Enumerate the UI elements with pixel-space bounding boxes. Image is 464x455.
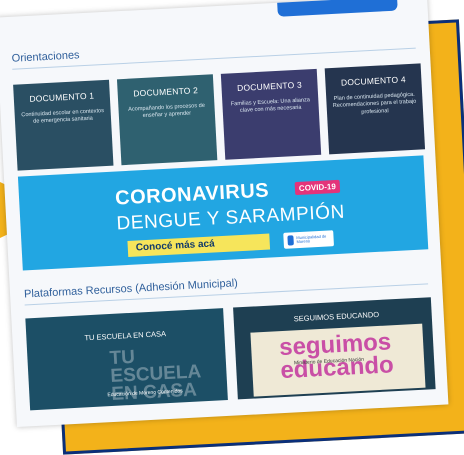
- webpage-screenshot: Orientaciones DOCUMENTO 1 Continuidad es…: [0, 0, 449, 428]
- top-button[interactable]: [276, 0, 398, 17]
- document-card-4[interactable]: DOCUMENTO 4 Plan de continuidad pedagógi…: [324, 63, 426, 155]
- section-title-plataformas: Plataformas Recursos (Adhesión Municipal…: [23, 277, 239, 301]
- document-card-1[interactable]: DOCUMENTO 1 Continuidad escolar en conte…: [13, 79, 114, 171]
- document-card-2[interactable]: DOCUMENTO 2 Acompañando los procesos de …: [116, 74, 218, 166]
- municipality-logo: Municipalidad de Moreno: [283, 230, 334, 249]
- covid-badge: COVID-19: [294, 179, 341, 196]
- document-title: DOCUMENTO 2: [133, 85, 199, 99]
- platform-label: SEGUIMOS EDUCANDO: [293, 309, 380, 324]
- document-title: DOCUMENTO 4: [340, 74, 407, 88]
- platform-card-tu-escuela[interactable]: TU ESCUELA EN CASA TU ESCUELA EN CASA Ed…: [25, 308, 228, 411]
- document-description: Familias y Escuela: Una alianza clave co…: [230, 97, 311, 115]
- platform-card-seguimos-educando[interactable]: SEGUIMOS EDUCANDO seguimos educando Mini…: [233, 297, 436, 400]
- learn-more-button[interactable]: Conocé más acá: [127, 233, 271, 257]
- document-title: DOCUMENTO 3: [236, 79, 303, 94]
- coronavirus-banner[interactable]: CORONAVIRUS COVID-19 DENGUE Y SARAMPIÓN …: [17, 155, 429, 271]
- logo-text: Municipalidad de Moreno: [296, 233, 327, 245]
- document-title: DOCUMENTO 1: [29, 90, 95, 104]
- document-description: Continuidad escolar en contextos de emer…: [21, 108, 105, 126]
- document-description: Plan de continuidad pedagógica. Recomend…: [332, 91, 417, 116]
- platform-label: TU ESCUELA EN CASA: [84, 329, 167, 343]
- section-title-orientaciones: Orientaciones: [11, 49, 80, 65]
- platform-big-title: seguimos educando: [278, 328, 395, 384]
- shield-icon: [287, 235, 294, 246]
- document-card-3[interactable]: DOCUMENTO 3 Familias y Escuela: Una alia…: [220, 68, 322, 160]
- document-description: Acompañando los procesos de enseñar y ap…: [128, 102, 206, 120]
